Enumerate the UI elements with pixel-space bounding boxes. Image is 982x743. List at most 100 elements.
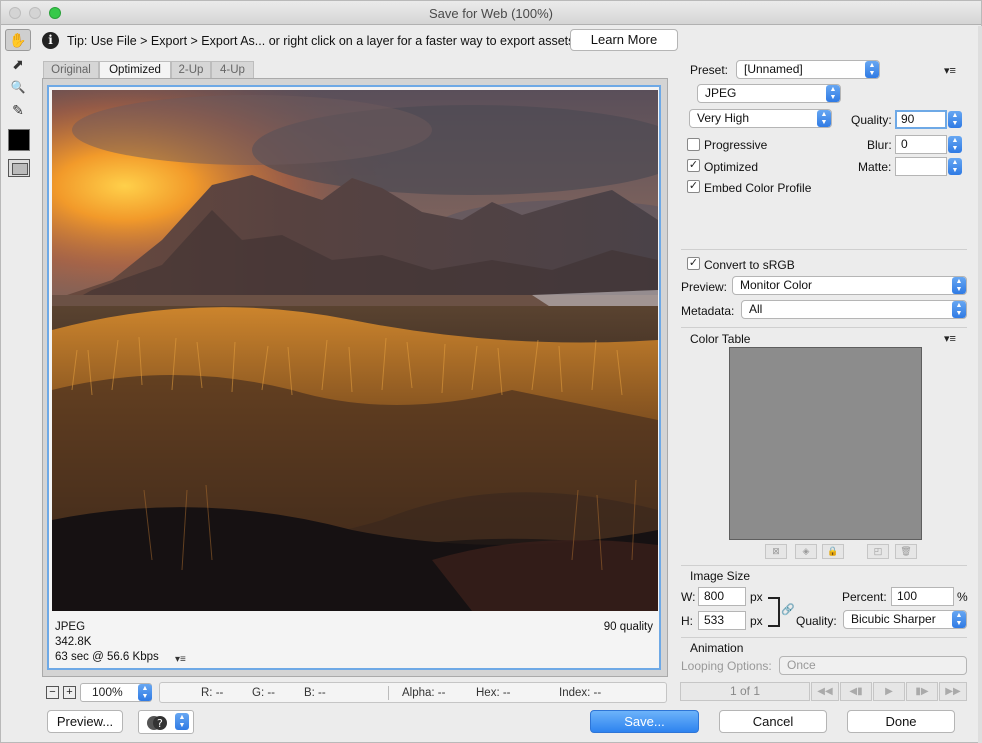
next-frame-button[interactable]: ▮▶ [906,682,938,701]
zoom-stepper-icon[interactable]: ▲ ▼ [138,684,152,701]
previous-frame-button[interactable]: ◀▮ [840,682,872,701]
zoom-level-value: 100% [92,685,123,699]
progressive-label: Progressive [704,138,768,152]
image-format-text: JPEG [55,621,86,633]
percent-input[interactable]: 100 [891,587,954,606]
metadata-select[interactable]: All ▲ ▼ [741,300,967,319]
tip-text: Tip: Use File > Export > Export As... or… [67,34,575,48]
cancel-button[interactable]: Cancel [719,710,827,733]
help-glyph: ? [157,717,163,730]
image-size-title: Image Size [690,569,751,583]
image-download-time-text: 63 sec @ 56.6 Kbps [55,651,159,663]
lock-color-icon: 🔒 [822,544,844,559]
save-for-web-window: Save for Web (100%) ✋ ⬈ 🔍 ✎ i Tip: Use F… [0,0,982,743]
help-stepper-icon[interactable]: ▲ ▼ [175,713,189,730]
animation-divider [681,637,967,638]
preset-value: [Unnamed] [744,62,803,76]
looping-options-label: Looping Options: [681,659,772,673]
preview-image[interactable] [52,90,658,611]
metadata-value: All [749,302,763,316]
color-table-grid[interactable] [729,347,922,540]
preview-in-browser-button[interactable]: Preview... [47,710,123,733]
progressive-checkbox[interactable] [687,138,700,151]
zoom-in-button[interactable]: + [63,686,76,699]
image-quality-text: 90 quality [603,621,653,633]
last-frame-button[interactable]: ▶▶ [939,682,967,701]
quality-label: Quality: [851,113,892,127]
preview-color-label: Preview: [681,280,728,294]
blur-input[interactable]: 0 [895,135,947,154]
settings-divider [681,249,967,250]
convert-srgb-checkbox[interactable]: ✓ [687,257,700,270]
optimized-label: Optimized [704,160,759,174]
optimized-preview-frame[interactable]: JPEG 342.8K 63 sec @ 56.6 Kbps 90 qualit… [47,85,661,670]
width-input[interactable]: 800 [698,587,746,606]
zoom-tool-icon[interactable]: 🔍 [5,76,31,98]
resample-quality-stepper-icon: ▲ ▼ [952,611,966,628]
matte-color-input[interactable] [895,157,947,176]
metadata-stepper-icon: ▲ ▼ [952,301,966,318]
animation-title: Animation [690,641,744,655]
convert-srgb-label: Convert to sRGB [704,258,795,272]
hex-value: Hex: -- [476,687,511,699]
color-table-menu-icon[interactable]: ▾≡ [944,332,956,345]
blue-value: B: -- [304,687,326,699]
slice-select-tool-icon[interactable]: ⬈ [5,53,31,75]
download-speed-menu-icon[interactable]: ▾≡ [175,654,186,665]
preset-stepper-icon: ▲ ▼ [865,61,879,78]
matte-stepper-icon[interactable]: ▲ ▼ [948,158,962,175]
file-format-stepper-icon: ▲ ▼ [826,85,840,102]
zoom-out-button[interactable]: − [46,686,59,699]
right-window-edge [978,26,982,743]
optimize-menu-icon[interactable]: ▾≡ [944,64,956,77]
tab-optimized[interactable]: Optimized [99,61,171,78]
file-format-select[interactable]: JPEG ▲ ▼ [697,84,841,103]
hand-tool-icon[interactable]: ✋ [5,29,31,51]
matte-label: Matte: [858,160,892,174]
height-input[interactable]: 533 [698,611,746,630]
quality-stepper-icon[interactable]: ▲ ▼ [948,111,962,128]
preview-color-value: Monitor Color [740,278,813,292]
constrain-proportions-icon[interactable]: 🔗 [781,603,795,616]
save-button[interactable]: Save... [590,710,699,733]
metadata-label: Metadata: [681,304,735,318]
quality-input[interactable]: 90 [895,110,947,129]
eyedropper-color-swatch[interactable] [8,129,30,151]
delete-color-icon: 🗑 [895,544,917,559]
eyedropper-tool-icon[interactable]: ✎ [5,99,31,121]
color-table-title: Color Table [690,332,751,346]
play-animation-button[interactable]: ▶ [873,682,905,701]
width-label: W: [681,590,696,604]
height-label: H: [681,614,693,628]
embed-color-profile-label: Embed Color Profile [704,181,812,195]
blur-label: Blur: [867,138,892,152]
preset-label: Preset: [690,63,729,77]
looping-options-value: Once [787,658,816,672]
looping-options-select[interactable]: Once [779,656,967,675]
tab-2-up[interactable]: 2-Up [171,61,211,78]
index-value: Index: -- [559,687,602,699]
tab-4-up[interactable]: 4-Up [211,61,254,78]
embed-color-profile-checkbox[interactable]: ✓ [687,180,700,193]
pixel-info-bar: R: -- G: -- B: -- Alpha: -- Hex: -- Inde… [159,682,667,703]
toggle-slices-visibility-icon[interactable] [8,159,30,177]
done-button[interactable]: Done [847,710,955,733]
web-shift-icon: ◈ [795,544,817,559]
red-value: R: -- [201,687,224,699]
blur-stepper-icon[interactable]: ▲ ▼ [948,136,962,153]
compression-quality-stepper-icon: ▲ ▼ [817,110,831,127]
resample-quality-select[interactable]: Bicubic Sharper ▲ ▼ [843,610,967,629]
optimized-checkbox[interactable]: ✓ [687,159,700,172]
preview-color-select[interactable]: Monitor Color ▲ ▼ [732,276,967,295]
info-icon: i [42,32,59,49]
preset-select[interactable]: [Unnamed] ▲ ▼ [736,60,880,79]
image-size-divider [681,565,967,566]
green-value: G: -- [252,687,275,699]
compression-quality-select[interactable]: Very High ▲ ▼ [689,109,832,128]
landscape-photo [52,90,658,611]
first-frame-button[interactable]: ◀◀ [811,682,839,701]
percent-label: Percent: [842,590,887,604]
color-table-divider [681,327,967,328]
tab-original[interactable]: Original [43,61,99,78]
learn-more-button[interactable]: Learn More [570,29,678,51]
